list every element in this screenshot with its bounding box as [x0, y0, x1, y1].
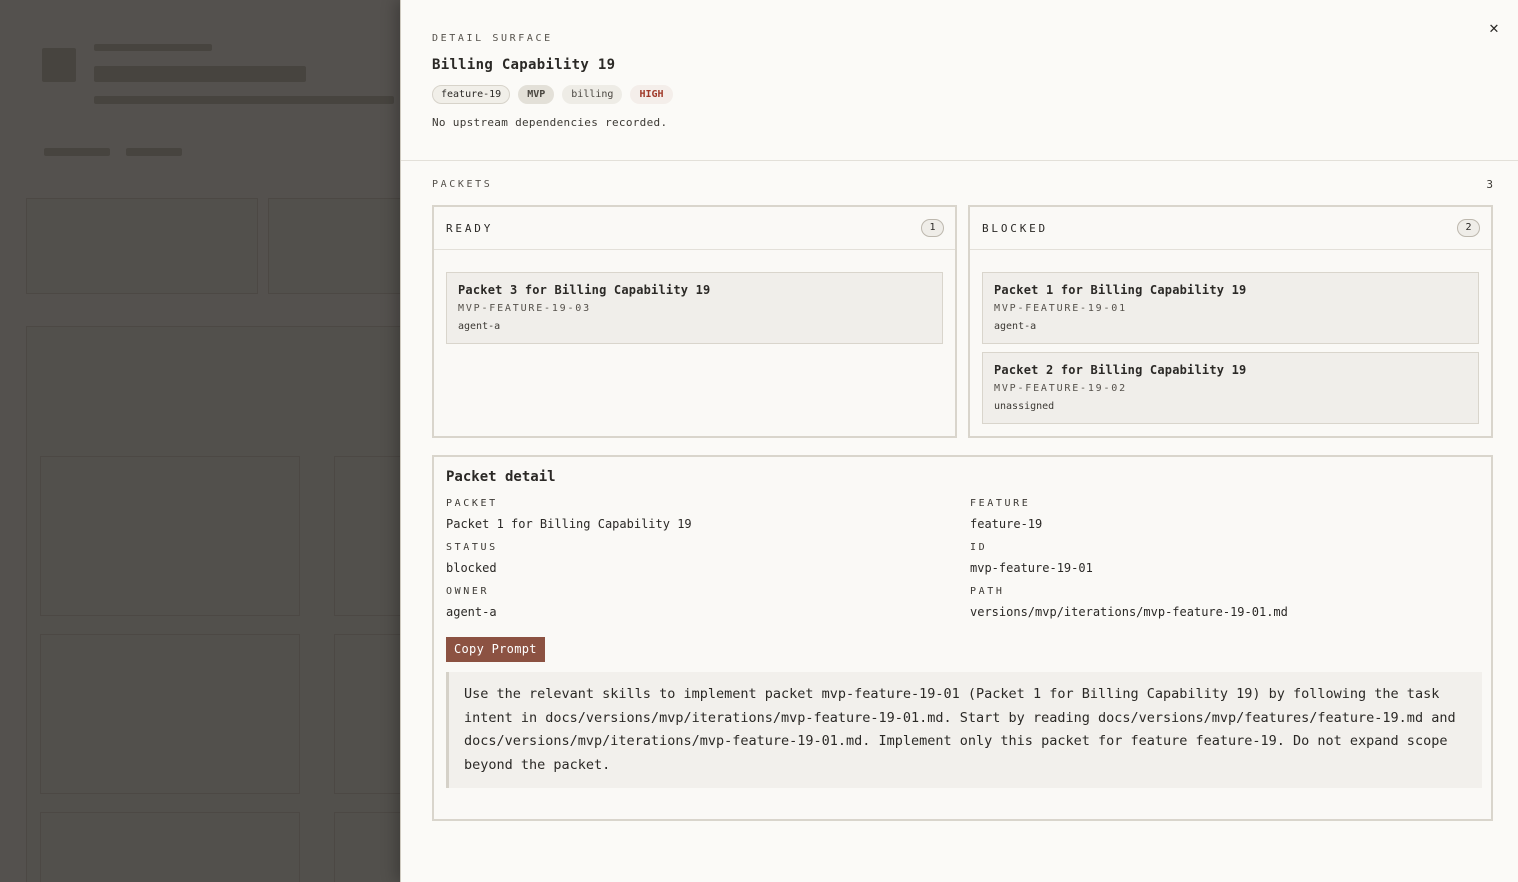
packet-title: Packet 3 for Billing Capability 19	[458, 283, 711, 297]
field-label: PATH	[970, 586, 1005, 597]
packet-card[interactable]: Packet 2 for Billing Capability 19 MVP-F…	[982, 352, 1479, 424]
field-label: FEATURE	[970, 498, 1031, 509]
packets-label: PACKETS	[432, 179, 493, 190]
packet-title: Packet 2 for Billing Capability 19	[994, 363, 1247, 377]
field-value: mvp-feature-19-01	[970, 561, 1093, 575]
copy-prompt-button[interactable]: Copy Prompt	[446, 637, 545, 662]
field-label: OWNER	[446, 586, 490, 597]
drawer-eyebrow: DETAIL SURFACE	[432, 33, 553, 44]
detail-drawer: ✕ DETAIL SURFACE Billing Capability 19 f…	[400, 0, 1518, 882]
packet-code: MVP-FEATURE-19-01	[994, 303, 1127, 314]
packet-code: MVP-FEATURE-19-02	[994, 383, 1127, 394]
field-packet: PACKET Packet 1 for Billing Capability 1…	[446, 498, 970, 531]
field-feature: FEATURE feature-19	[970, 498, 1470, 531]
field-label: STATUS	[446, 542, 498, 553]
packet-owner: unassigned	[994, 401, 1055, 412]
prompt-text: Use the relevant skills to implement pac…	[446, 672, 1482, 788]
tag-area: billing	[562, 85, 623, 104]
column-count-badge: 2	[1457, 219, 1480, 237]
field-value: Packet 1 for Billing Capability 19	[446, 517, 692, 531]
packets-section: PACKETS 3 READY 1 Packet 3 for Billing C…	[401, 161, 1518, 438]
field-value: versions/mvp/iterations/mvp-feature-19-0…	[970, 605, 1288, 619]
packet-owner: agent-a	[458, 321, 501, 332]
column-blocked: BLOCKED 2 Packet 1 for Billing Capabilit…	[968, 205, 1493, 438]
packet-code: MVP-FEATURE-19-03	[458, 303, 591, 314]
tag-feature: feature-19	[432, 85, 511, 104]
field-path: PATH versions/mvp/iterations/mvp-feature…	[970, 586, 1470, 619]
column-label: READY	[446, 221, 494, 235]
column-ready: READY 1 Packet 3 for Billing Capability …	[432, 205, 957, 438]
tag-version: MVP	[518, 85, 555, 104]
dependencies-text: No upstream dependencies recorded.	[432, 116, 668, 129]
tag-list: feature-19 MVP billing HIGH	[432, 85, 1487, 104]
column-count-badge: 1	[921, 219, 944, 237]
close-icon[interactable]: ✕	[1484, 18, 1504, 38]
field-status: STATUS blocked	[446, 542, 970, 575]
packet-owner: agent-a	[994, 321, 1037, 332]
packet-detail-panel: Packet detail PACKET Packet 1 for Billin…	[432, 455, 1493, 821]
column-label: BLOCKED	[982, 221, 1048, 235]
tag-priority: HIGH	[630, 85, 673, 104]
field-id: ID mvp-feature-19-01	[970, 542, 1470, 575]
packets-count: 3	[1486, 178, 1493, 191]
field-value: feature-19	[970, 517, 1043, 531]
feature-title: Billing Capability 19	[432, 57, 616, 73]
packet-detail-heading: Packet detail	[446, 469, 556, 485]
packet-card[interactable]: Packet 1 for Billing Capability 19 MVP-F…	[982, 272, 1479, 344]
packet-card[interactable]: Packet 3 for Billing Capability 19 MVP-F…	[446, 272, 943, 344]
packet-title: Packet 1 for Billing Capability 19	[994, 283, 1247, 297]
field-label: PACKET	[446, 498, 498, 509]
field-value: agent-a	[446, 605, 497, 619]
field-label: ID	[970, 542, 988, 553]
drawer-header: DETAIL SURFACE Billing Capability 19 fea…	[401, 0, 1518, 161]
field-owner: OWNER agent-a	[446, 586, 970, 619]
field-value: blocked	[446, 561, 497, 575]
